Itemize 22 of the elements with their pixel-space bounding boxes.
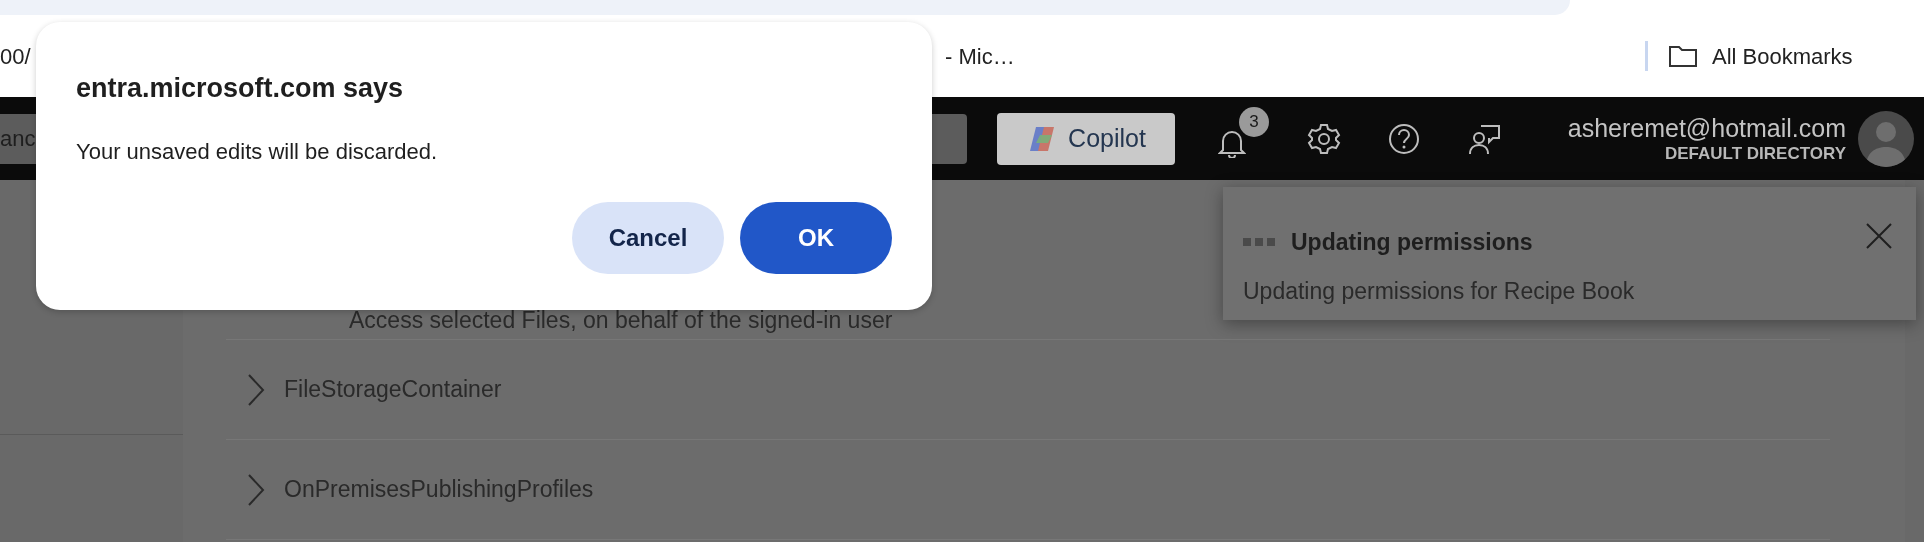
permission-description: Access selected Files, on behalf of the signed-in user	[349, 306, 893, 336]
folder-icon	[1668, 44, 1698, 68]
chevron-right-icon	[246, 372, 266, 407]
notification-count-badge: 3	[1239, 106, 1269, 137]
toast-title: Updating permissions	[1291, 228, 1533, 257]
dialog-title: entra.microsoft.com says	[76, 72, 405, 105]
chevron-right-icon	[246, 472, 266, 507]
all-bookmarks-button[interactable]: All Bookmarks	[1668, 39, 1853, 73]
bookmark-link[interactable]: - Mic…	[945, 39, 1645, 73]
progress-dots-icon	[1243, 237, 1275, 248]
bookmark-text: 00/	[0, 42, 32, 71]
dialog-message: Your unsaved edits will be discarded.	[76, 137, 439, 166]
help-icon	[1387, 121, 1421, 156]
copilot-button[interactable]: Copilot	[997, 112, 1175, 165]
directory-name: DEFAULT DIRECTORY	[1664, 142, 1846, 165]
settings-icon	[1307, 121, 1341, 156]
ok-button[interactable]: OK	[740, 201, 892, 274]
user-email: asheremet@hotmail.com	[1567, 112, 1846, 143]
cancel-button[interactable]: Cancel	[572, 201, 724, 274]
notifications-button[interactable]: 3	[1205, 106, 1269, 171]
close-button[interactable]	[1864, 221, 1894, 251]
toast-message: Updating permissions for Recipe Book	[1243, 276, 1636, 306]
